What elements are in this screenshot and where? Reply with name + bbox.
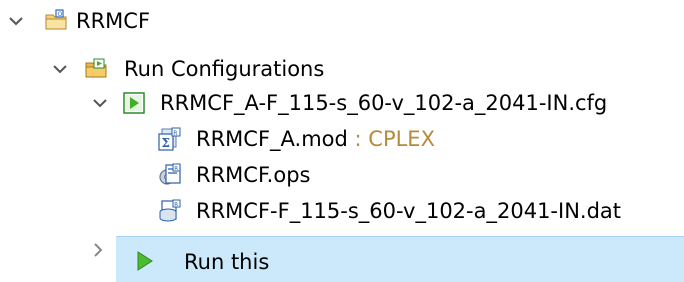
run-this-label: Run this (184, 250, 270, 274)
tree-item-settings-file[interactable]: R RRMCF.ops (0, 158, 400, 192)
run-config-file-icon (123, 92, 145, 114)
chevron-down-icon[interactable] (90, 93, 110, 113)
project-explorer-tree: O RRMCF Run Configurations RRMCF_A-F_115… (0, 0, 684, 282)
chevron-down-icon[interactable] (50, 59, 70, 79)
svg-text:R: R (173, 130, 177, 137)
svg-text:R: R (174, 202, 178, 208)
data-file-icon: R (159, 199, 181, 222)
model-file-decoration: : CPLEX (347, 127, 435, 151)
model-file-name: RRMCF_A.mod (196, 127, 348, 151)
tree-item-data-file[interactable]: R RRMCF-F_115-s_60-v_102-a_2041-IN.dat (0, 194, 640, 228)
chevron-right-icon[interactable] (88, 240, 108, 260)
run-configurations-folder-icon (85, 58, 107, 78)
tree-item-model-file[interactable]: Σ R RRMCF_A.mod : CPLEX (0, 122, 560, 156)
model-file-icon: Σ R (158, 127, 181, 151)
tree-item-project[interactable]: O RRMCF (0, 4, 200, 38)
model-file-label: RRMCF_A.mod : CPLEX (196, 122, 435, 156)
run-icon (137, 251, 153, 271)
context-menu-run-item[interactable]: Run this (116, 236, 684, 282)
svg-text:O: O (58, 11, 63, 18)
tree-item-run-configurations[interactable]: Run Configurations (0, 52, 360, 86)
data-file-label: RRMCF-F_115-s_60-v_102-a_2041-IN.dat (196, 199, 622, 223)
settings-file-label: RRMCF.ops (196, 163, 311, 187)
svg-text:R: R (174, 166, 178, 172)
tree-item-config-file[interactable]: RRMCF_A-F_115-s_60-v_102-a_2041-IN.cfg (0, 86, 640, 120)
run-configurations-label: Run Configurations (124, 57, 325, 81)
project-folder-icon: O (45, 9, 67, 30)
settings-file-icon: R (159, 163, 181, 185)
project-label: RRMCF (76, 9, 151, 33)
svg-text:Σ: Σ (162, 136, 170, 150)
config-file-label: RRMCF_A-F_115-s_60-v_102-a_2041-IN.cfg (160, 91, 608, 115)
chevron-down-icon[interactable] (6, 11, 26, 31)
